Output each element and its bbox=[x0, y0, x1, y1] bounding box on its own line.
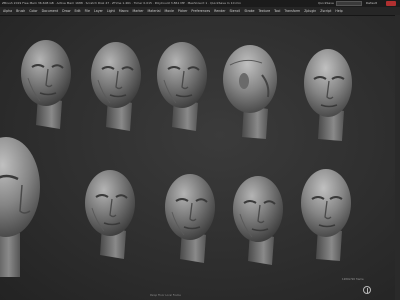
menu-preferences[interactable]: Preferences bbox=[191, 7, 210, 15]
menu-brush[interactable]: Brush bbox=[16, 7, 25, 15]
menu-macro[interactable]: Macro bbox=[119, 7, 129, 15]
menu-stroke[interactable]: Stroke bbox=[244, 7, 254, 15]
menu-edit[interactable]: Edit bbox=[74, 7, 80, 15]
menu-zplugin[interactable]: Zplugin bbox=[304, 7, 316, 15]
menu-color[interactable]: Color bbox=[29, 7, 37, 15]
sculpt-head-9[interactable] bbox=[232, 175, 284, 266]
menu-layer[interactable]: Layer bbox=[94, 7, 103, 15]
menu-texture[interactable]: Texture bbox=[258, 7, 270, 15]
sculpt-head-1[interactable] bbox=[20, 39, 72, 130]
sculpt-head-6[interactable] bbox=[0, 137, 40, 277]
sculpt-head-3[interactable] bbox=[156, 41, 208, 132]
right-tray[interactable] bbox=[395, 15, 400, 300]
menu-help[interactable]: Help bbox=[335, 7, 342, 15]
menu-marker[interactable]: Marker bbox=[133, 7, 144, 15]
close-icon[interactable] bbox=[386, 1, 396, 6]
sculpt-head-8[interactable] bbox=[164, 173, 216, 264]
menu-file[interactable]: File bbox=[85, 7, 90, 15]
menu-alpha[interactable]: Alpha bbox=[3, 7, 12, 15]
sculpt-head-4[interactable] bbox=[223, 45, 277, 139]
menu-movie[interactable]: Movie bbox=[164, 7, 173, 15]
gyro-icon[interactable] bbox=[363, 286, 371, 294]
menu-tool[interactable]: Tool bbox=[274, 7, 280, 15]
zbrush-window: ZBrush 2019 Free Mem 36.608 GB · Active … bbox=[0, 0, 400, 300]
sculpt-head-5[interactable] bbox=[304, 49, 352, 141]
menu-document[interactable]: Document bbox=[42, 7, 59, 15]
sculpt-heads-render bbox=[0, 39, 352, 277]
sculpt-head-10[interactable] bbox=[301, 169, 351, 261]
viewport-canvas[interactable]: 1280x720 frame bbox=[0, 15, 395, 300]
quicksave-label: QuickSave bbox=[318, 1, 334, 5]
menu-draw[interactable]: Draw bbox=[62, 7, 70, 15]
frame-label: 1280x720 frame bbox=[342, 278, 364, 281]
default-button[interactable]: Default bbox=[366, 0, 384, 7]
sculpt-head-7[interactable] bbox=[84, 169, 136, 260]
menu-stencil[interactable]: Stencil bbox=[230, 7, 241, 15]
menu-render[interactable]: Render bbox=[214, 7, 225, 15]
view-options-label: Persp Floor Local Frame bbox=[150, 294, 181, 297]
sculpt-head-2[interactable] bbox=[90, 41, 142, 132]
menu-transform[interactable]: Transform bbox=[284, 7, 300, 15]
menu-light[interactable]: Light bbox=[107, 7, 115, 15]
menu-picker[interactable]: Picker bbox=[178, 7, 188, 15]
menu-material[interactable]: Material bbox=[148, 7, 161, 15]
status-info: ZBrush 2019 Free Mem 36.608 GB · Active … bbox=[2, 1, 242, 5]
quicksave-field[interactable] bbox=[336, 1, 362, 6]
menu-zscript[interactable]: Zscript bbox=[320, 7, 331, 15]
title-bar: ZBrush 2019 Free Mem 36.608 GB · Active … bbox=[0, 0, 400, 7]
